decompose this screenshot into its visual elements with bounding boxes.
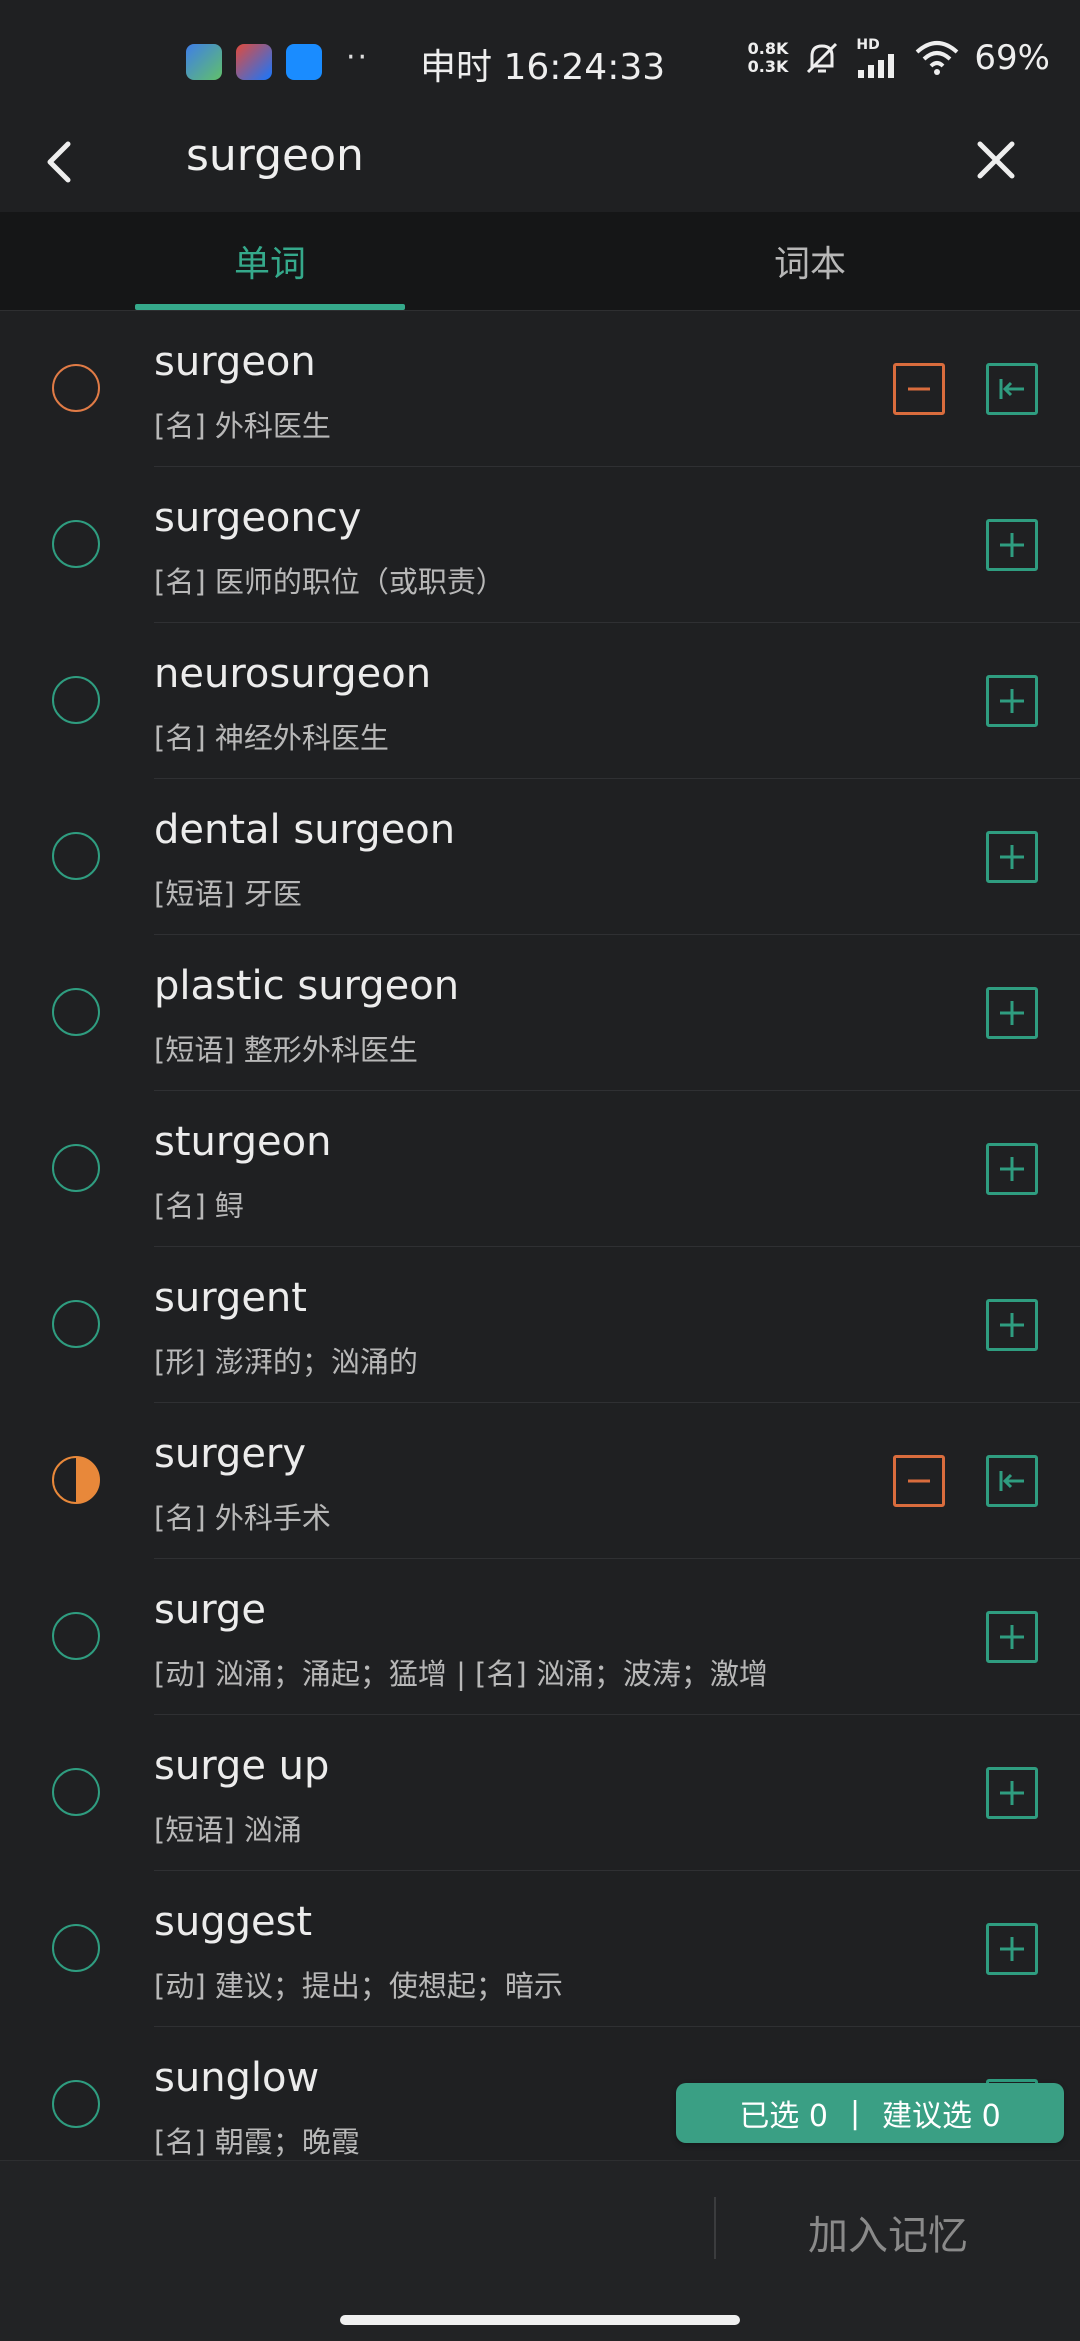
word-definition: [名] 外科医生 xyxy=(154,409,331,443)
word-text: plastic surgeon xyxy=(154,963,460,1009)
app-notification-icon xyxy=(186,44,222,80)
word-text: sunglow xyxy=(154,2055,320,2101)
word-row[interactable]: plastic surgeon [短语] 整形外科医生 xyxy=(0,935,1080,1091)
select-radio[interactable] xyxy=(52,520,100,568)
more-notifications-icon: ·· xyxy=(346,40,370,75)
mute-bell-icon xyxy=(807,42,838,74)
word-row[interactable]: surgeon [名] 外科医生 xyxy=(0,311,1080,467)
word-definition: [短语] 整形外科医生 xyxy=(154,1033,418,1067)
word-text: surge up xyxy=(154,1743,330,1789)
select-radio[interactable] xyxy=(52,1144,100,1192)
tab-wordbooks[interactable]: 词本 xyxy=(675,212,945,310)
select-radio[interactable] xyxy=(52,1300,100,1348)
net-down: 0.3K xyxy=(747,57,789,76)
select-radio[interactable] xyxy=(52,832,100,880)
selection-separator: | xyxy=(849,2095,861,2131)
select-radio[interactable] xyxy=(52,1612,100,1660)
word-text: surge xyxy=(154,1587,266,1633)
net-up: 0.8K xyxy=(747,39,789,58)
home-indicator[interactable] xyxy=(340,2315,740,2325)
remove-word-icon[interactable] xyxy=(893,363,945,415)
search-input[interactable]: surgeon xyxy=(186,130,364,181)
add-word-icon[interactable] xyxy=(986,1767,1038,1819)
hd-badge: HD xyxy=(856,37,880,53)
word-row[interactable]: suggest [动] 建议；提出；使想起；暗示 xyxy=(0,1871,1080,2027)
select-radio[interactable] xyxy=(52,988,100,1036)
word-definition: [形] 澎湃的；汹涌的 xyxy=(154,1345,418,1379)
jump-to-start-icon[interactable] xyxy=(986,363,1038,415)
network-speed: 0.8K 0.3K xyxy=(748,40,789,76)
suggested-count: 建议选 0 xyxy=(882,2099,1001,2134)
word-row[interactable]: neurosurgeon [名] 神经外科医生 xyxy=(0,623,1080,779)
status-bar: ·· 申时 16:24:33 0.8K 0.3K HD 69% xyxy=(0,0,1080,126)
word-row[interactable]: surgery [名] 外科手术 xyxy=(0,1403,1080,1559)
select-radio[interactable] xyxy=(52,676,100,724)
add-word-icon[interactable] xyxy=(986,519,1038,571)
add-word-icon[interactable] xyxy=(986,987,1038,1039)
word-row[interactable]: surge [动] 汹涌；涌起；猛增 | [名] 汹涌；波涛；激增 xyxy=(0,1559,1080,1715)
selection-summary[interactable]: 已选 0 | 建议选 0 xyxy=(676,2083,1064,2143)
word-row[interactable]: surge up [短语] 汹涌 xyxy=(0,1715,1080,1871)
word-definition: [动] 建议；提出；使想起；暗示 xyxy=(154,1969,563,2003)
word-definition: [动] 汹涌；涌起；猛增 | [名] 汹涌；波涛；激增 xyxy=(154,1657,768,1691)
word-definition: [名] 医师的职位（或职责） xyxy=(154,565,505,599)
select-radio[interactable] xyxy=(52,1456,100,1504)
word-row[interactable]: sturgeon [名] 鲟 xyxy=(0,1091,1080,1247)
tab-bar: 单词 词本 xyxy=(0,212,1080,311)
word-text: surgent xyxy=(154,1275,307,1321)
word-definition: [短语] 牙医 xyxy=(154,877,302,911)
status-indicators: 0.8K 0.3K HD 69% xyxy=(748,38,1050,78)
word-definition: [名] 外科手术 xyxy=(154,1501,331,1535)
notification-icons xyxy=(186,44,322,80)
add-word-icon[interactable] xyxy=(986,675,1038,727)
clock: 申时 16:24:33 xyxy=(420,47,666,88)
jump-to-start-icon[interactable] xyxy=(986,1455,1038,1507)
word-definition: [名] 鲟 xyxy=(154,1189,244,1223)
bottom-bar: 加入记忆 xyxy=(0,2160,1080,2341)
word-definition: [名] 神经外科医生 xyxy=(154,721,389,755)
active-tab-indicator xyxy=(135,304,405,310)
select-radio[interactable] xyxy=(52,1924,100,1972)
word-text: surgeoncy xyxy=(154,495,362,541)
divider xyxy=(714,2197,716,2259)
word-text: surgery xyxy=(154,1431,307,1477)
word-text: neurosurgeon xyxy=(154,651,432,697)
add-word-icon[interactable] xyxy=(986,831,1038,883)
qq-notification-icon xyxy=(286,44,322,80)
remove-word-icon[interactable] xyxy=(893,1455,945,1507)
word-text: dental surgeon xyxy=(154,807,456,853)
back-arrow-icon[interactable] xyxy=(36,126,86,198)
add-word-icon[interactable] xyxy=(986,1923,1038,1975)
word-text: suggest xyxy=(154,1899,313,1945)
word-row[interactable]: surgeoncy [名] 医师的职位（或职责） xyxy=(0,467,1080,623)
word-definition: [名] 朝霞；晚霞 xyxy=(154,2125,360,2159)
word-text: surgeon xyxy=(154,339,316,385)
add-word-icon[interactable] xyxy=(986,1299,1038,1351)
word-definition: [短语] 汹涌 xyxy=(154,1813,302,1847)
word-list: surgeon [名] 外科医生 surgeoncy [名] 医师的职位（或职责） ne… xyxy=(0,311,1080,2183)
add-word-icon[interactable] xyxy=(986,1611,1038,1663)
word-row[interactable]: dental surgeon [短语] 牙医 xyxy=(0,779,1080,935)
word-text: sturgeon xyxy=(154,1119,332,1165)
select-radio[interactable] xyxy=(52,364,100,412)
add-to-memory-button[interactable]: 加入记忆 xyxy=(808,2203,968,2261)
search-header: surgeon xyxy=(0,126,1080,212)
alipay-notification-icon xyxy=(236,44,272,80)
add-word-icon[interactable] xyxy=(986,1143,1038,1195)
word-row[interactable]: surgent [形] 澎湃的；汹涌的 xyxy=(0,1247,1080,1403)
tab-words[interactable]: 单词 xyxy=(135,212,405,310)
close-icon[interactable] xyxy=(964,128,1028,192)
selected-count: 已选 0 xyxy=(739,2099,828,2134)
signal-icon xyxy=(858,54,895,78)
battery-level: 69% xyxy=(974,38,1050,78)
select-radio[interactable] xyxy=(52,2080,100,2128)
wifi-icon xyxy=(916,41,959,75)
signal-group: HD xyxy=(856,38,900,78)
select-radio[interactable] xyxy=(52,1768,100,1816)
